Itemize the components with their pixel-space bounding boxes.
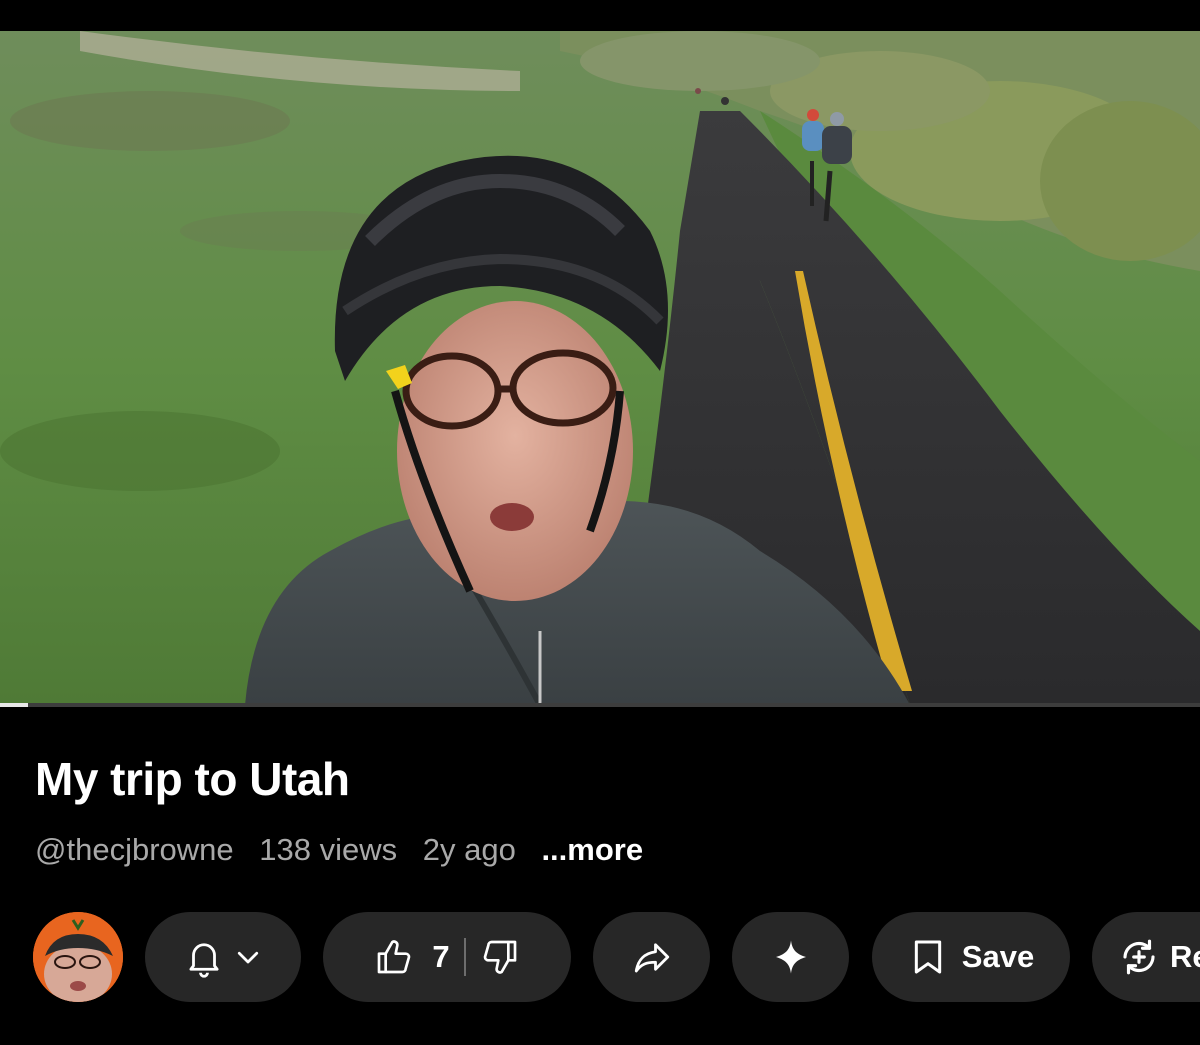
remix-icon	[1118, 936, 1160, 978]
more-link[interactable]: ...more	[541, 832, 643, 867]
share-arrow-icon	[631, 936, 673, 978]
action-bar: 7 Save R	[0, 912, 1200, 1002]
remix-button[interactable]: Re	[1092, 912, 1200, 1002]
save-label: Save	[961, 939, 1035, 974]
video-frame	[0, 31, 1200, 705]
thumbs-up-icon[interactable]	[374, 937, 414, 977]
avatar-image	[33, 912, 123, 1002]
subscribe-notifications-button[interactable]	[145, 912, 301, 1002]
video-progress-bar[interactable]	[0, 703, 1200, 707]
channel-avatar[interactable]	[33, 912, 123, 1002]
chevron-down-icon	[233, 942, 263, 972]
save-button[interactable]: Save	[872, 912, 1070, 1002]
bell-icon	[183, 936, 225, 978]
like-dislike-button[interactable]: 7	[323, 912, 571, 1002]
bookmark-icon	[908, 937, 948, 977]
upload-age: 2y ago	[422, 832, 516, 867]
channel-handle[interactable]: @thecjbrowne	[35, 832, 234, 867]
video-progress-fill	[0, 703, 28, 707]
view-count: 138 views	[259, 832, 398, 867]
like-count: 7	[432, 939, 450, 974]
video-player[interactable]	[0, 31, 1200, 705]
like-divider	[463, 938, 466, 976]
video-meta-row[interactable]: @thecjbrowne 138 views 2y ago ...more	[35, 832, 660, 868]
thumbs-down-icon[interactable]	[480, 937, 520, 977]
video-title: My trip to Utah	[35, 753, 350, 805]
video-watch-page: My trip to Utah @thecjbrowne 138 views 2…	[0, 0, 1200, 1045]
sparkle-icon	[771, 937, 811, 977]
ask-ai-button[interactable]	[732, 912, 849, 1002]
remix-label: Re	[1170, 939, 1200, 974]
top-bar	[0, 0, 1200, 31]
share-button[interactable]	[593, 912, 710, 1002]
